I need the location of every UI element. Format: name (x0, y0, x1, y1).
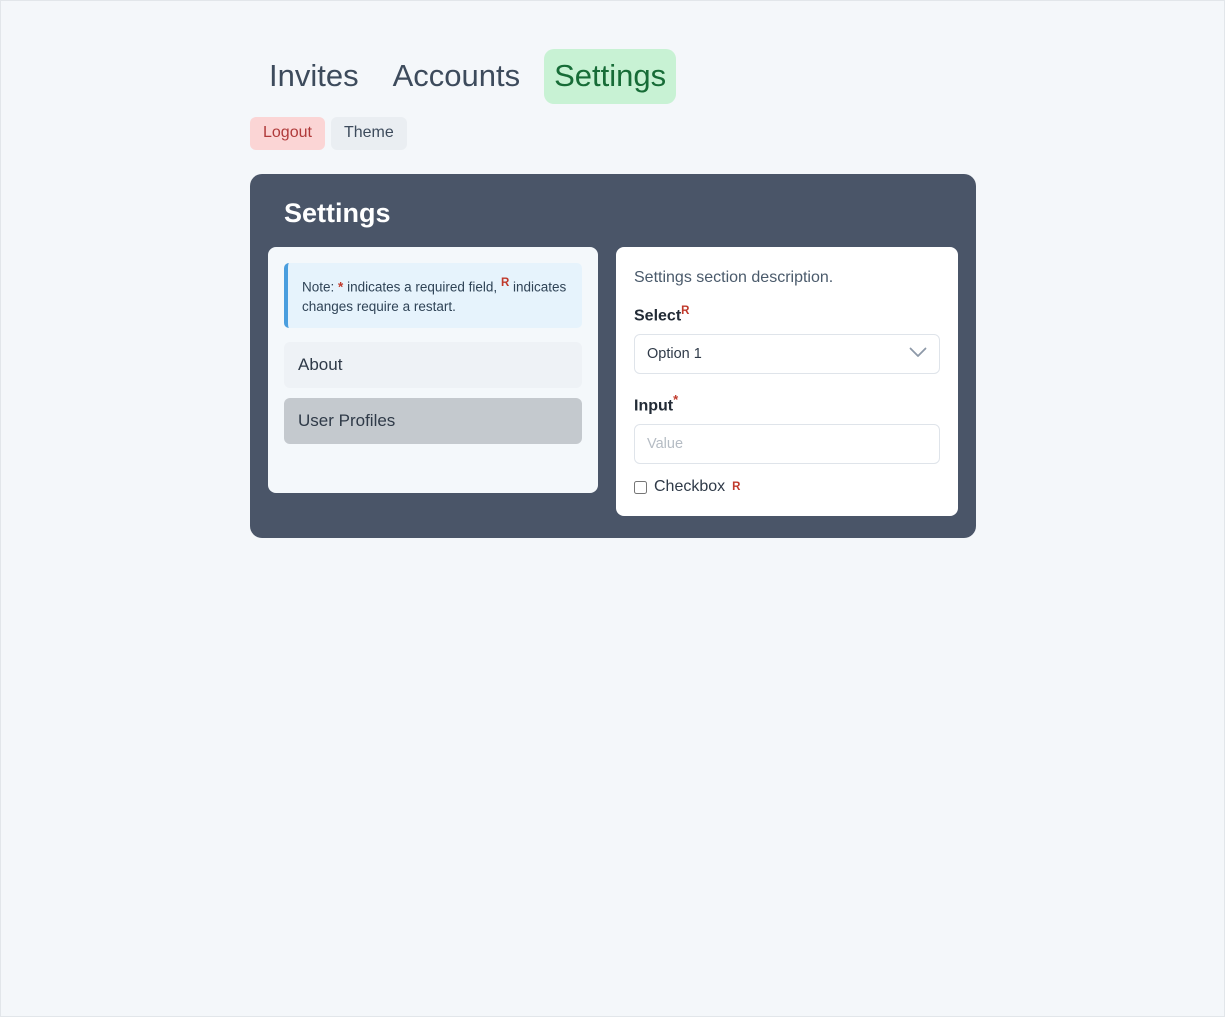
tab-invites[interactable]: Invites (259, 49, 369, 104)
checkbox-field[interactable]: Checkbox R (634, 478, 940, 496)
primary-nav: Invites Accounts Settings (1, 1, 1224, 104)
sidebar-item-about[interactable]: About (284, 342, 582, 389)
input-required-marker: * (673, 391, 679, 407)
select-restart-marker: R (681, 304, 690, 317)
settings-card-body: Note: * indicates a required field, R in… (268, 246, 958, 517)
settings-sidebar: Note: * indicates a required field, R in… (268, 246, 598, 493)
note-r-marker: R (500, 276, 510, 289)
tab-accounts[interactable]: Accounts (383, 49, 531, 104)
input-field-label: Input* (634, 392, 940, 415)
checkbox-label-text: Checkbox (654, 478, 726, 496)
theme-button[interactable]: Theme (330, 116, 407, 150)
sidebar-item-user-profiles[interactable]: User Profiles (284, 398, 582, 445)
settings-card: Settings Note: * indicates a required fi… (250, 173, 976, 539)
select-field-wrapper: Option 1 (634, 333, 940, 374)
settings-form-panel: Settings section description. SelectR Op… (616, 246, 958, 517)
required-fields-note: Note: * indicates a required field, R in… (284, 262, 582, 329)
checkbox-restart-marker: R (732, 481, 741, 494)
tab-settings[interactable]: Settings (544, 49, 677, 104)
value-input[interactable] (634, 424, 940, 465)
note-middle-text: indicates a required field, (347, 279, 498, 295)
select-field-label: SelectR (634, 305, 940, 325)
section-description: Settings section description. (634, 268, 834, 286)
secondary-action-row: Logout Theme (1, 104, 1224, 150)
input-label-text: Input (634, 397, 674, 415)
settings-checkbox[interactable] (634, 480, 647, 494)
settings-card-title: Settings (284, 197, 391, 228)
option-select[interactable]: Option 1 (634, 333, 940, 374)
select-label-text: Select (634, 306, 682, 324)
note-star-marker: * (338, 279, 344, 295)
logout-button[interactable]: Logout (250, 116, 325, 150)
note-prefix: Note: (302, 279, 335, 295)
